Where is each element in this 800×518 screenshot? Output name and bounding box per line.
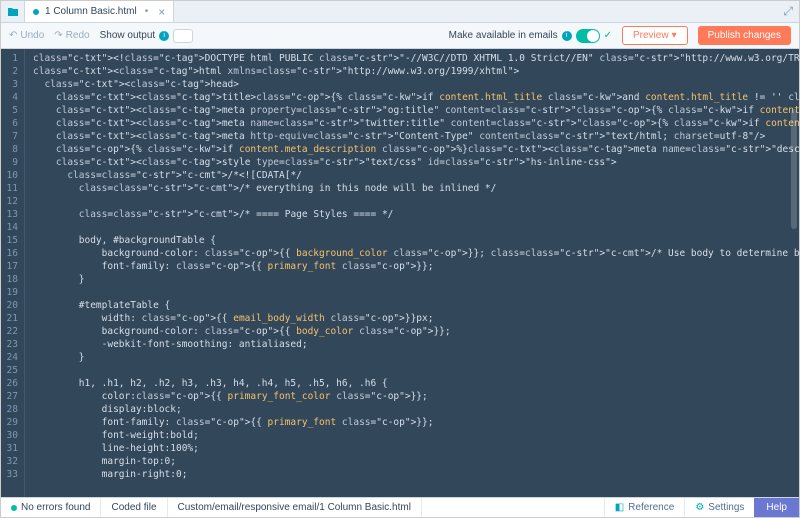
code-line[interactable]: class="c-txt"><class="c-tag">head> xyxy=(33,78,799,91)
code-line[interactable]: display:block; xyxy=(33,403,799,416)
expand-icon[interactable]: ⤢ xyxy=(783,4,793,19)
tab-bar: 1 Column Basic.html • × ⤢ xyxy=(1,1,799,23)
publish-button[interactable]: Publish changes xyxy=(698,26,791,45)
code-line[interactable]: class=class="c-str">"c-cmt">/* ==== Page… xyxy=(33,208,799,221)
filetype-status: Coded file xyxy=(101,498,167,517)
scrollbar-thumb[interactable] xyxy=(791,109,797,229)
check-icon: ✓ xyxy=(604,30,612,41)
info-icon: i xyxy=(562,31,572,41)
toolbar: ↶ Undo ↷ Redo Show output i Make availab… xyxy=(1,23,799,49)
make-available-toggle[interactable]: Make available in emails i ✓ xyxy=(449,29,612,43)
code-line[interactable]: class=class="c-str">"c-cmt">/* everythin… xyxy=(33,182,799,195)
code-line[interactable] xyxy=(33,286,799,299)
chevron-down-icon: ▾ xyxy=(672,30,677,41)
close-icon[interactable]: × xyxy=(158,5,165,19)
code-line[interactable]: font-family: class="c-op">{{ primary_fon… xyxy=(33,260,799,273)
code-line[interactable]: class="c-txt"><class="c-tag">title>class… xyxy=(33,91,799,104)
code-line[interactable]: class="c-txt"><class="c-tag">meta http-e… xyxy=(33,130,799,143)
status-dot-icon xyxy=(11,505,17,511)
filepath-status: Custom/email/responsive email/1 Column B… xyxy=(168,498,422,517)
settings-button[interactable]: ⚙ Settings xyxy=(684,498,754,517)
code-line[interactable]: } xyxy=(33,273,799,286)
switch-on-icon[interactable] xyxy=(576,29,600,43)
preview-button[interactable]: Preview ▾ xyxy=(622,26,688,45)
line-number-gutter: 1234567891011121314151617181920212223242… xyxy=(1,49,25,497)
errors-status[interactable]: No errors found xyxy=(1,498,101,517)
file-tab[interactable]: 1 Column Basic.html • × xyxy=(25,1,174,22)
code-line[interactable]: #templateTable { xyxy=(33,299,799,312)
code-line[interactable]: class=class="c-str">"c-cmt">/*<![CDATA[*… xyxy=(33,169,799,182)
info-icon: i xyxy=(159,31,169,41)
code-line[interactable]: margin-right:0; xyxy=(33,468,799,481)
code-line[interactable]: h1, .h1, h2, .h2, h3, .h3, h4, .h4, h5, … xyxy=(33,377,799,390)
code-editor[interactable]: 1234567891011121314151617181920212223242… xyxy=(1,49,799,497)
toggle-empty[interactable] xyxy=(173,29,193,43)
code-line[interactable]: font-family: class="c-op">{{ primary_fon… xyxy=(33,416,799,429)
status-bar: No errors found Coded file Custom/email/… xyxy=(1,497,799,517)
code-line[interactable]: body, #backgroundTable { xyxy=(33,234,799,247)
code-line[interactable]: color:class="c-op">{{ primary_font_color… xyxy=(33,390,799,403)
code-line[interactable]: width: class="c-op">{{ email_body_width … xyxy=(33,312,799,325)
reference-button[interactable]: ◧ Reference xyxy=(604,498,685,517)
redo-button[interactable]: ↷ Redo xyxy=(54,30,89,41)
code-line[interactable]: class="c-txt"><class="c-tag">meta name=c… xyxy=(33,117,799,130)
folder-icon[interactable] xyxy=(1,1,25,22)
help-button[interactable]: Help xyxy=(754,498,799,517)
code-line[interactable]: line-height:100%; xyxy=(33,442,799,455)
code-line[interactable]: class="c-op">{% class="c-kw">if content.… xyxy=(33,143,799,156)
undo-icon: ↶ xyxy=(9,30,17,41)
redo-icon: ↷ xyxy=(54,30,62,41)
modified-indicator-icon: • xyxy=(145,6,149,17)
book-icon: ◧ xyxy=(615,502,624,513)
code-line[interactable]: background-color: class="c-op">{{ backgr… xyxy=(33,247,799,260)
code-line[interactable]: margin-top:0; xyxy=(33,455,799,468)
code-line[interactable] xyxy=(33,221,799,234)
tab-status-dot-icon xyxy=(33,9,39,15)
code-line[interactable]: class="c-txt"><!class="c-tag">DOCTYPE ht… xyxy=(33,52,799,65)
undo-button[interactable]: ↶ Undo xyxy=(9,30,44,41)
code-line[interactable]: background-color: class="c-op">{{ body_c… xyxy=(33,325,799,338)
code-content[interactable]: class="c-txt"><!class="c-tag">DOCTYPE ht… xyxy=(25,49,799,497)
show-output-toggle[interactable]: Show output i xyxy=(100,29,194,43)
gear-icon: ⚙ xyxy=(695,502,704,513)
tab-filename: 1 Column Basic.html xyxy=(45,6,137,17)
code-line[interactable]: font-weight:bold; xyxy=(33,429,799,442)
code-line[interactable]: class="c-txt"><class="c-tag">html xmlns=… xyxy=(33,65,799,78)
code-line[interactable]: } xyxy=(33,351,799,364)
code-line[interactable] xyxy=(33,364,799,377)
code-line[interactable]: -webkit-font-smoothing: antialiased; xyxy=(33,338,799,351)
code-line[interactable]: class="c-txt"><class="c-tag">style type=… xyxy=(33,156,799,169)
code-line[interactable] xyxy=(33,195,799,208)
code-line[interactable]: class="c-txt"><class="c-tag">meta proper… xyxy=(33,104,799,117)
